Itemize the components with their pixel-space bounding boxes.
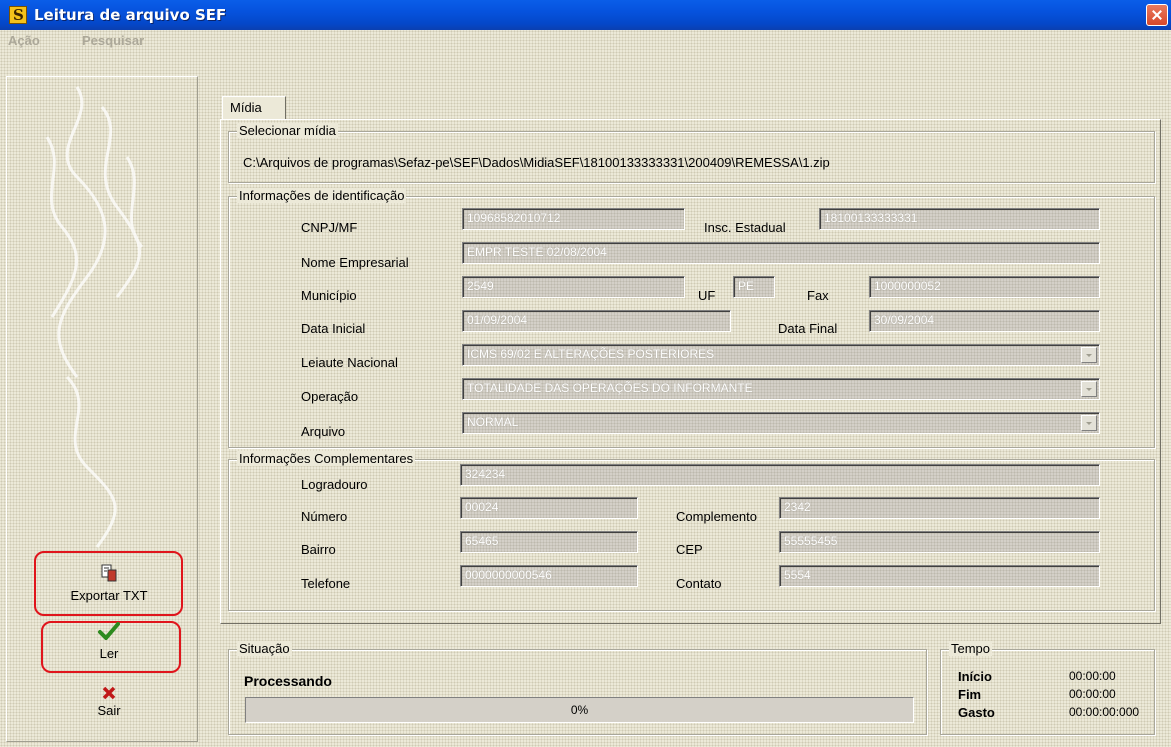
progress-bar: 0% — [245, 697, 914, 723]
logradouro-field[interactable]: 324234 — [460, 464, 1100, 486]
tab-midia[interactable]: Mídia — [222, 96, 286, 120]
chevron-down-icon[interactable] — [1081, 415, 1097, 431]
data-final-field[interactable]: 30/09/2004 — [869, 310, 1100, 332]
menu-acao[interactable]: Ação — [8, 33, 40, 48]
identification-legend: Informações de identificação — [237, 188, 407, 203]
fax-label: Fax — [807, 288, 829, 303]
time-legend: Tempo — [949, 641, 993, 656]
close-x-icon — [102, 686, 116, 700]
municipio-field[interactable]: 2549 — [462, 276, 685, 298]
export-txt-button[interactable]: Exportar TXT — [37, 564, 181, 603]
data-inicial-field[interactable]: 01/09/2004 — [462, 310, 731, 332]
logradouro-label: Logradouro — [301, 477, 368, 492]
telefone-label: Telefone — [301, 576, 351, 591]
numero-field[interactable]: 00024 — [460, 497, 638, 519]
operacao-value: TOTALIDADE DAS OPERAÇÕES DO INFORMANTE — [467, 381, 753, 395]
media-path[interactable]: C:\Arquivos de programas\Sefaz-pe\SEF\Da… — [243, 155, 830, 170]
app-icon — [9, 6, 27, 24]
exit-button[interactable]: Sair — [37, 685, 181, 718]
leiaute-select[interactable]: ICMS 69/02 E ALTERAÇÕES POSTERIORES — [462, 344, 1100, 366]
cep-field[interactable]: 55555455 — [779, 531, 1100, 553]
insc-label: Insc. Estadual — [704, 220, 786, 235]
title-bar: Leitura de arquivo SEF — [0, 0, 1171, 30]
operacao-label: Operação — [301, 389, 359, 404]
cep-label: CEP — [676, 542, 703, 557]
arquivo-label: Arquivo — [301, 424, 346, 439]
arquivo-value: NORMAL — [467, 415, 519, 429]
gasto-value: 00:00:00:000 — [1069, 705, 1140, 719]
window-title: Leitura de arquivo SEF — [34, 6, 227, 24]
municipio-label: Município — [301, 288, 357, 303]
cnpj-label: CNPJ/MF — [301, 220, 358, 235]
select-media-legend: Selecionar mídia — [237, 123, 338, 138]
fim-label: Fim — [958, 687, 982, 702]
export-txt-label: Exportar TXT — [70, 588, 148, 603]
nome-field[interactable]: EMPR TESTE 02/08/2004 — [462, 242, 1100, 264]
uf-field[interactable]: PE — [733, 276, 775, 298]
chevron-down-icon[interactable] — [1081, 381, 1097, 397]
numero-label: Número — [301, 509, 348, 524]
uf-label: UF — [698, 288, 716, 303]
contato-label: Contato — [676, 576, 722, 591]
data-final-label: Data Final — [778, 321, 838, 336]
chevron-down-icon[interactable] — [1081, 347, 1097, 363]
contato-field[interactable]: 5554 — [779, 565, 1100, 587]
leiaute-label: Leiaute Nacional — [301, 355, 398, 370]
export-file-icon — [101, 564, 117, 582]
cnpj-field[interactable]: 10968582010712 — [462, 208, 685, 230]
insc-field[interactable]: 18100133333331 — [819, 208, 1100, 230]
exit-label: Sair — [97, 703, 121, 718]
operacao-select[interactable]: TOTALIDADE DAS OPERAÇÕES DO INFORMANTE — [462, 378, 1100, 400]
gasto-label: Gasto — [958, 705, 995, 720]
data-inicial-label: Data Inicial — [301, 321, 366, 336]
fim-value: 00:00:00 — [1069, 687, 1116, 701]
nome-label: Nome Empresarial — [301, 255, 409, 270]
bairro-label: Bairro — [301, 542, 336, 557]
complemento-label: Complemento — [676, 509, 757, 524]
progress-text: 0% — [570, 703, 589, 717]
tab-midia-label: Mídia — [230, 100, 262, 115]
inicio-value: 00:00:00 — [1069, 669, 1116, 683]
check-icon — [98, 622, 120, 640]
arquivo-select[interactable]: NORMAL — [462, 412, 1100, 434]
sidebar: Exportar TXT Ler Sair — [6, 76, 198, 742]
read-button[interactable]: Ler — [37, 622, 181, 661]
fax-field[interactable]: 1000000052 — [869, 276, 1100, 298]
inicio-label: Início — [958, 669, 992, 684]
bairro-field[interactable]: 65465 — [460, 531, 638, 553]
complementary-legend: Informações Complementares — [237, 451, 416, 466]
status-text: Processando — [244, 673, 332, 689]
status-legend: Situação — [237, 641, 292, 656]
read-label: Ler — [99, 646, 119, 661]
menu-pesquisar[interactable]: Pesquisar — [82, 33, 144, 48]
close-button[interactable] — [1146, 4, 1168, 26]
telefone-field[interactable]: 0000000000546 — [460, 565, 638, 587]
leiaute-value: ICMS 69/02 E ALTERAÇÕES POSTERIORES — [467, 347, 715, 361]
menu-bar: Ação Pesquisar — [0, 30, 1171, 50]
complemento-field[interactable]: 2342 — [779, 497, 1100, 519]
